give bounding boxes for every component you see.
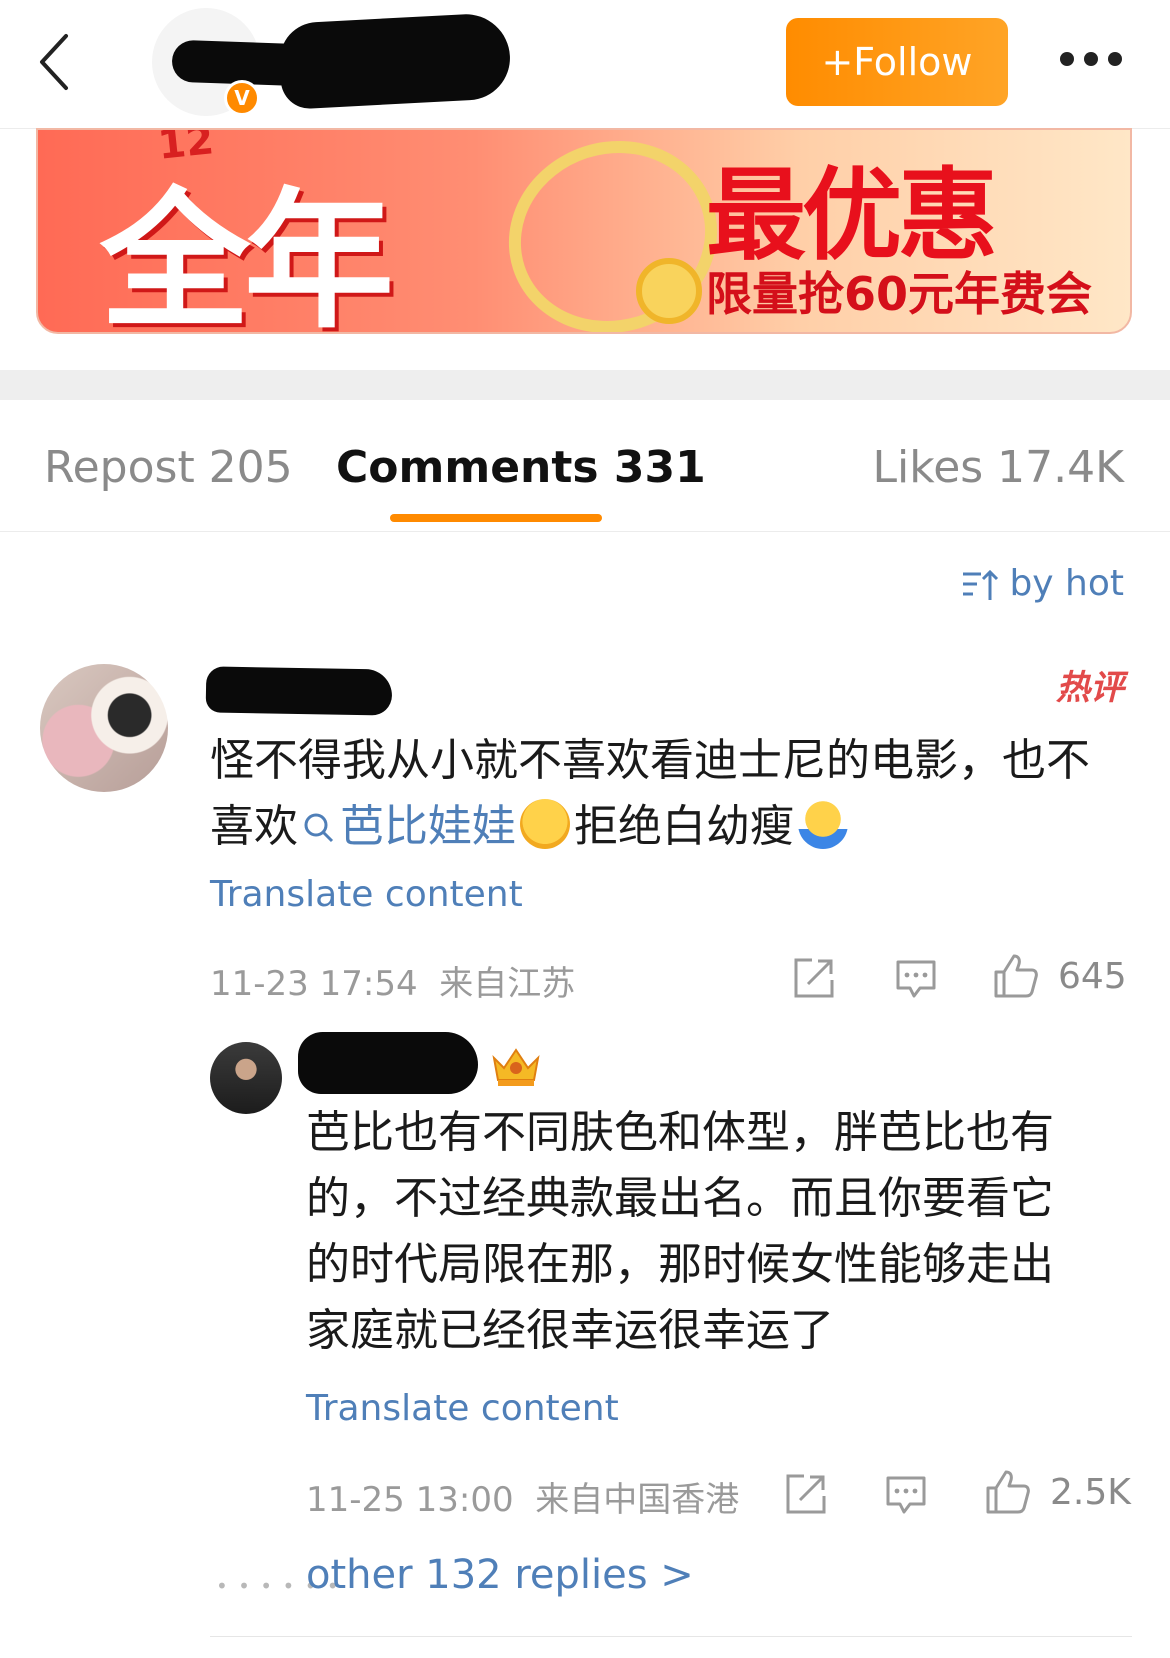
active-tab-indicator — [390, 514, 602, 522]
sort-icon — [963, 569, 999, 600]
thumbs-up-icon[interactable] — [992, 952, 1040, 1000]
tab-comments[interactable]: Comments 331 — [336, 440, 706, 496]
sort-label: by hot — [1009, 563, 1124, 604]
hot-comment-badge: 热评 — [1056, 668, 1124, 708]
comment-meta: 11-23 17:54 来自江苏 — [210, 956, 575, 1005]
share-icon[interactable] — [784, 1472, 828, 1516]
banner-headline: 全年 — [100, 175, 394, 334]
comment-icon[interactable] — [884, 1472, 928, 1516]
verified-icon: V — [224, 80, 260, 116]
section-divider — [0, 370, 1170, 400]
reply-avatar[interactable] — [210, 1042, 282, 1114]
tab-repost[interactable]: Repost 205 — [44, 440, 293, 496]
topic-link[interactable]: 芭比娃娃 — [298, 801, 516, 852]
tab-likes[interactable]: Likes 17.4K — [873, 440, 1124, 496]
comment-icon[interactable] — [894, 956, 938, 1000]
topic-label: 芭比娃娃 — [340, 801, 516, 852]
redacted-commenter-name — [205, 666, 393, 716]
salute-emoji-icon — [798, 799, 848, 849]
more-replies-link[interactable]: other 132 replies > — [306, 1552, 694, 1598]
translate-link[interactable]: Translate content — [210, 874, 523, 915]
comment-timestamp: 11-23 17:54 — [210, 964, 418, 1004]
sort-by-hot-button[interactable]: by hot — [961, 562, 1124, 606]
reply-location: 来自中国香港 — [535, 1480, 740, 1520]
search-icon — [304, 813, 334, 843]
banner-coin-graphic — [636, 258, 702, 324]
reply-text: 芭比也有不同肤色和体型，胖芭比也有的，不过经典款最出名。而且你要看它的时代局限在… — [306, 1107, 1054, 1356]
chevron-left-icon[interactable] — [36, 30, 76, 94]
more-horizontal-icon[interactable] — [1060, 52, 1124, 68]
redacted-author-name — [277, 12, 513, 110]
thumbs-up-icon[interactable] — [984, 1468, 1032, 1516]
translate-link[interactable]: Translate content — [306, 1388, 619, 1429]
tabs-divider — [0, 531, 1170, 532]
comment-divider — [210, 1636, 1132, 1637]
reply-meta: 11-25 13:00 来自中国香港 — [306, 1472, 739, 1521]
share-icon[interactable] — [792, 956, 836, 1000]
follow-button[interactable]: +Follow — [786, 18, 1008, 106]
banner-ring-graphic — [483, 130, 743, 332]
comment-text: 怪不得我从小就不喜欢看迪士尼的电影，也不喜欢 芭比娃娃 拒绝白幼瘦 — [210, 728, 1130, 860]
comment-location: 来自江苏 — [439, 964, 576, 1004]
crown-badge-icon — [492, 1048, 540, 1086]
shy-face-emoji-icon — [520, 799, 570, 849]
comment-text-end: 拒绝白幼瘦 — [574, 801, 794, 852]
reply-timestamp: 11-25 13:00 — [306, 1480, 514, 1520]
like-count: 645 — [1058, 956, 1127, 997]
like-count: 2.5K — [1050, 1472, 1131, 1513]
promo-banner[interactable]: 12 全年 最优惠 限量抢60元年费会员 — [36, 128, 1132, 334]
top-bar: V +Follow — [0, 0, 1170, 129]
commenter-avatar[interactable] — [40, 664, 168, 792]
redacted-reply-name — [298, 1032, 478, 1094]
banner-subtitle: 限量抢60元年费会员 — [706, 267, 1093, 321]
